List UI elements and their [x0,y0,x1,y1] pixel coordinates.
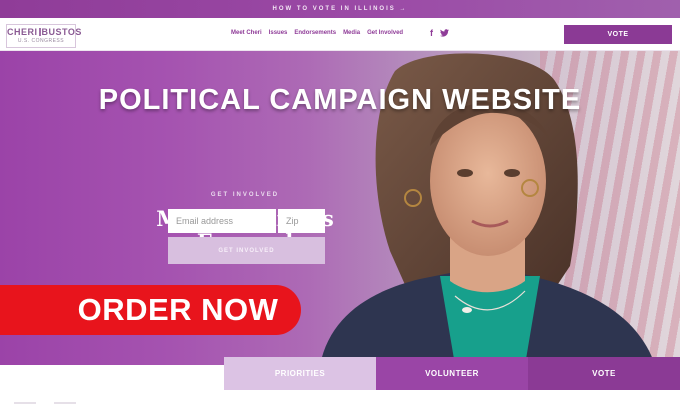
logo-wordmark: CHERI BUSTOS [7,27,82,37]
order-now-banner[interactable]: ORDER NOW [0,285,301,335]
faint-divider [14,402,36,408]
below-fold-decoration [14,402,76,408]
nav-media[interactable]: Media [343,30,360,36]
zip-field[interactable] [278,209,325,233]
navbar: CHERI BUSTOS U.S. CONGRESS Meet Cheri Iss… [0,18,680,51]
bottom-tabs: PRIORITIES VOLUNTEER VOTE [224,357,680,390]
email-field[interactable] [168,209,276,233]
nav-endorsements[interactable]: Endorsements [294,30,336,36]
nav-vote-button[interactable]: VOTE [564,25,672,44]
nav-get-involved[interactable]: Get Involved [367,30,403,36]
top-announcement-bar[interactable]: HOW TO VOTE IN ILLINOIS → [0,0,680,18]
logo-subtitle: U.S. CONGRESS [17,38,65,44]
site-logo[interactable]: CHERI BUSTOS U.S. CONGRESS [6,24,82,48]
faint-divider [54,402,76,408]
get-involved-submit-button[interactable]: GET INVOLVED [168,237,325,264]
overlay-title: POLITICAL CAMPAIGN WEBSITE [98,84,582,116]
facebook-icon[interactable]: f [430,28,433,38]
tab-vote[interactable]: VOTE [528,357,680,390]
nav-issues[interactable]: Issues [269,30,288,36]
how-to-vote-link[interactable]: HOW TO VOTE IN ILLINOIS → [273,6,408,12]
twitter-icon[interactable] [440,29,449,37]
hero-eyebrow: GET INVOLVED [210,192,280,198]
nav-meet-cheri[interactable]: Meet Cheri [231,30,262,36]
tab-priorities[interactable]: PRIORITIES [224,357,376,390]
social-links: f [430,28,449,38]
tab-volunteer[interactable]: VOLUNTEER [376,357,528,390]
primary-nav: Meet Cheri Issues Endorsements Media Get… [231,30,403,36]
